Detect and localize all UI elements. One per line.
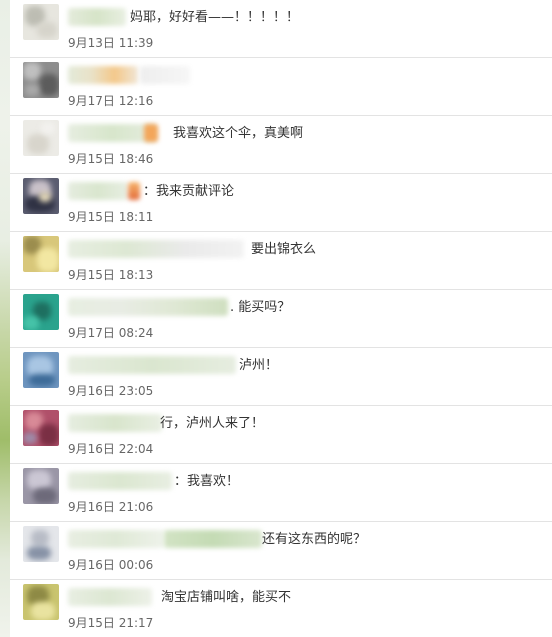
username-blurred[interactable] [164,530,262,548]
avatar[interactable] [23,178,59,214]
comment-time: 9月16日 22:04 [68,442,154,456]
comment-item[interactable]: 9月17日 12:16 [10,58,552,116]
comment-item[interactable]: 要出锦衣么 9月15日 18:13 [10,232,552,290]
avatar[interactable] [23,352,59,388]
avatar[interactable] [23,236,59,272]
username-blurred[interactable] [68,66,138,84]
comment-item[interactable]: 淘宝店铺叫啥，能买不 9月15日 21:17 [10,580,552,637]
comment-item[interactable]: 我喜欢这个伞，真美啊 9月15日 18:46 [10,116,552,174]
avatar[interactable] [23,526,59,562]
comment-item[interactable]: 泸州！ 9月16日 23:05 [10,348,552,406]
username-blurred[interactable] [68,530,164,548]
username-blurred[interactable] [68,240,244,258]
comment-text: 淘宝店铺叫啥，能买不 [161,590,292,605]
comment-text: 泸州！ [239,358,279,373]
username-blurred[interactable] [68,356,236,374]
avatar[interactable] [23,410,59,446]
avatar[interactable] [23,584,59,620]
comment-time: 9月17日 12:16 [68,94,154,108]
username-blurred[interactable] [68,414,162,432]
comment-item[interactable]: ：我喜欢！ 9月16日 21:06 [10,464,552,522]
comment-time: 9月15日 18:13 [68,268,154,282]
comment-item[interactable]: 还有这东西的呢？ 9月16日 00:06 [10,522,552,580]
username-blurred[interactable] [68,8,126,26]
avatar[interactable] [23,468,59,504]
avatar[interactable] [23,120,59,156]
comment-list[interactable]: 妈耶，好好看——！！！！！ 9月13日 11:39 9月17日 12:16 我喜… [10,0,552,637]
username-blurred[interactable] [140,66,190,84]
comment-text: . 能买吗？ [230,300,291,315]
comment-time: 9月15日 18:11 [68,210,154,224]
sidebar-edge [0,0,10,637]
username-blurred[interactable] [68,588,152,606]
comment-item[interactable]: 行，泸州人来了！ 9月16日 22:04 [10,406,552,464]
comment-time: 9月13日 11:39 [68,36,154,50]
username-blurred[interactable] [68,182,128,200]
comment-item[interactable]: ：我来贡献评论 9月15日 18:11 [10,174,552,232]
comment-text: 妈耶，好好看——！！！！！ [130,10,300,25]
comment-time: 9月16日 23:05 [68,384,154,398]
username-blurred[interactable] [128,182,140,200]
comment-time: 9月15日 18:46 [68,152,154,166]
comment-text: 行，泸州人来了！ [160,416,265,431]
comment-text: 要出锦衣么 [251,242,317,257]
avatar[interactable] [23,294,59,330]
comment-text: ：我来贡献评论 [143,184,235,199]
username-blurred[interactable] [68,124,156,142]
username-blurred[interactable] [68,472,172,490]
comment-time: 9月17日 08:24 [68,326,154,340]
comment-item[interactable]: 妈耶，好好看——！！！！！ 9月13日 11:39 [10,0,552,58]
comment-page: 妈耶，好好看——！！！！！ 9月13日 11:39 9月17日 12:16 我喜… [0,0,552,637]
comment-text: 还有这东西的呢？ [262,532,367,547]
avatar[interactable] [23,62,59,98]
username-blurred[interactable] [144,124,158,142]
comment-text: ：我喜欢！ [174,474,240,489]
comment-time: 9月15日 21:17 [68,616,154,630]
avatar[interactable] [23,4,59,40]
username-blurred[interactable] [68,298,228,316]
comment-text: 我喜欢这个伞，真美啊 [173,126,304,141]
comment-time: 9月16日 00:06 [68,558,154,572]
comment-item[interactable]: . 能买吗？ 9月17日 08:24 [10,290,552,348]
comment-time: 9月16日 21:06 [68,500,154,514]
